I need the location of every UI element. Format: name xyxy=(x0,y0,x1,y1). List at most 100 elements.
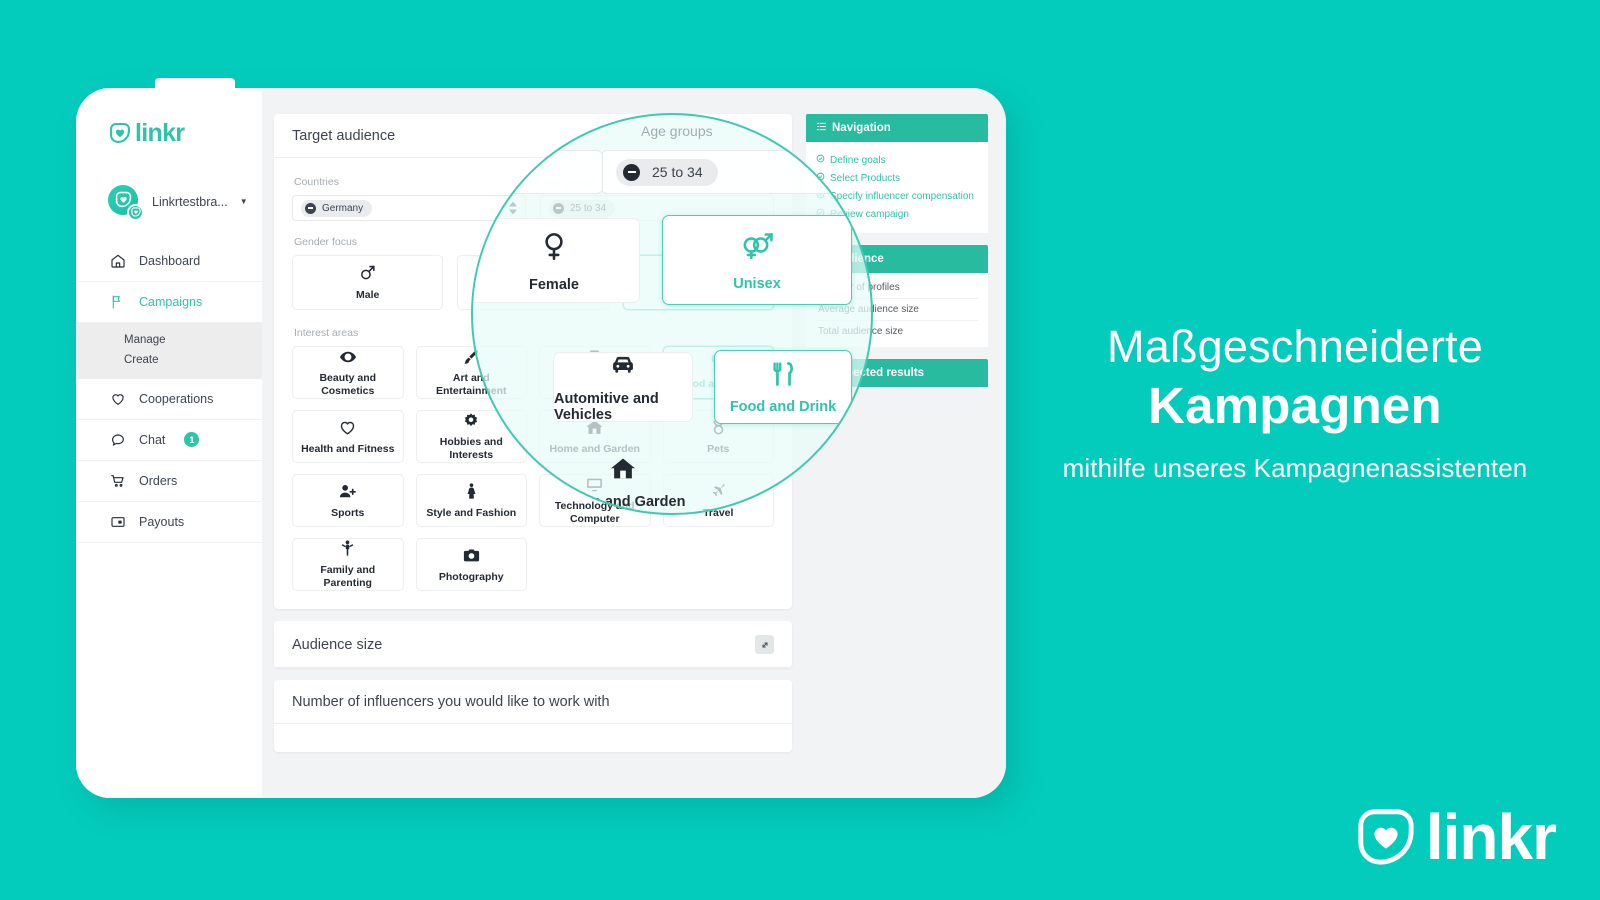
promo-headline-light: Maßgeschneiderte xyxy=(1107,321,1483,372)
interest-tile-label: Beauty and Cosmetics xyxy=(319,371,377,397)
gender-tile-label: Unisex xyxy=(681,289,716,302)
remove-tag-icon[interactable] xyxy=(305,202,316,214)
cart-icon xyxy=(109,472,126,489)
interest-tile-health[interactable]: Health and Fitness xyxy=(292,410,404,463)
camera-icon xyxy=(462,546,481,565)
gender-tile-unisex[interactable]: Unisex xyxy=(622,255,774,310)
audience-panel-body: Number of profiles Average audience size… xyxy=(806,273,988,347)
promo-subline: mithilfe unseres Kampagnenassistenten xyxy=(1062,453,1528,484)
sidebar-item-label: Chat xyxy=(139,432,166,447)
target-audience-card: Target audience Countries Germany Age gr… xyxy=(274,114,792,609)
account-switcher[interactable]: Linkrtestbra... ▼ xyxy=(76,184,262,221)
gender-focus-grid: Male Female Unisex xyxy=(292,255,774,310)
interest-tile-label: Style and Fashion xyxy=(426,506,517,519)
countries-stepper-icon[interactable] xyxy=(509,201,517,215)
interest-areas-grid: Beauty and Cosmetics Art and Entertainme… xyxy=(292,346,774,591)
nav-link-specify-compensation[interactable]: Specify influencer compensation xyxy=(816,187,978,205)
expected-results-panel: Expected results xyxy=(806,359,988,387)
sidebar-item-payouts[interactable]: Payouts xyxy=(76,502,262,543)
sidebar-item-campaigns[interactable]: Campaigns xyxy=(76,282,262,323)
interest-tile-food[interactable]: Food and Drink xyxy=(662,346,774,399)
interest-tile-label: Home and Garden xyxy=(549,442,640,455)
check-circle-icon xyxy=(816,208,825,220)
interest-tile-label: Family and Parenting xyxy=(320,564,376,589)
tablet-device: linkr Linkrtestbra... ▼ Dashboard Campai… xyxy=(76,88,1006,798)
nav-link-label: Select Products xyxy=(830,172,901,184)
promo-block: Maßgeschneiderte Kampagnen mithilfe unse… xyxy=(1010,320,1580,486)
sidebar-item-orders[interactable]: Orders xyxy=(76,461,262,502)
interest-tile-home-garden[interactable]: Home and Garden xyxy=(539,410,651,463)
navigation-panel-body: Define goals Select Products Specify inf… xyxy=(806,142,988,233)
nav-link-review-campaign[interactable]: Review campaign xyxy=(816,205,978,223)
countries-age-row: Countries Germany Age groups 25 to 34 xyxy=(292,172,774,221)
paintbrush-icon xyxy=(462,348,480,366)
age-groups-input[interactable]: 25 to 34 xyxy=(540,195,774,221)
age-groups-field: Age groups 25 to 34 xyxy=(540,172,774,221)
nav-link-select-products[interactable]: Select Products xyxy=(816,169,978,187)
right-panel: Navigation Define goals Select Products … xyxy=(806,114,988,798)
age-groups-label: Age groups xyxy=(542,176,596,188)
nav-link-label: Define goals xyxy=(830,154,886,166)
interest-areas-label: Interest areas xyxy=(294,327,359,339)
heart-icon xyxy=(109,390,126,407)
person-add-icon xyxy=(338,482,357,501)
interest-tile-photography[interactable]: Photography xyxy=(415,538,527,591)
interest-tile-style[interactable]: Style and Fashion xyxy=(415,474,527,527)
interest-tile-travel[interactable]: Travel xyxy=(662,474,774,527)
brand-logo-word: linkr xyxy=(1425,800,1557,873)
audience-size-header: Audience size xyxy=(274,621,792,668)
interest-tile-art[interactable]: Art and Entertainment xyxy=(415,346,527,399)
gender-tile-male[interactable]: Male xyxy=(292,255,444,310)
expected-results-title: Expected results xyxy=(832,367,925,379)
expand-diagonal-icon[interactable] xyxy=(755,635,774,654)
flag-icon xyxy=(109,293,126,310)
remove-tag-icon[interactable] xyxy=(553,202,564,214)
eye-icon xyxy=(339,348,357,366)
check-circle-icon xyxy=(816,154,825,166)
sidebar-subitem-create[interactable]: Create xyxy=(76,350,262,370)
sidebar-item-chat[interactable]: Chat 1 xyxy=(76,420,262,461)
audience-row-profiles: Number of profiles xyxy=(816,277,978,299)
interest-tile-hobbies[interactable]: Hobbies and Interests xyxy=(415,410,527,463)
sidebar-item-cooperations[interactable]: Cooperations xyxy=(76,379,262,420)
influencer-count-header: Number of influencers you would like to … xyxy=(274,680,792,724)
linkr-shield-heart-icon xyxy=(1355,806,1417,868)
countries-input[interactable]: Germany xyxy=(292,195,526,221)
sidebar-item-label: Dashboard xyxy=(139,253,201,268)
sidebar-subitem-manage[interactable]: Manage xyxy=(76,330,262,350)
gender-tile-female[interactable]: Female xyxy=(457,255,609,310)
sidebar-logo-word: linkr xyxy=(135,119,185,147)
expected-results-header: Expected results xyxy=(806,359,988,387)
home-icon xyxy=(109,252,126,269)
country-tag[interactable]: Germany xyxy=(301,199,373,217)
interest-tile-sports[interactable]: Sports xyxy=(292,474,404,527)
nav-link-define-goals[interactable]: Define goals xyxy=(816,151,978,169)
countries-label: Countries xyxy=(294,176,339,188)
taurus-icon xyxy=(709,418,728,437)
gender-tile-label: Male xyxy=(355,289,380,302)
age-group-tag[interactable]: 25 to 34 xyxy=(549,199,616,217)
gear-icon xyxy=(462,412,480,430)
sidebar-subnav-campaigns: Manage Create xyxy=(76,322,262,379)
interest-tile-technology[interactable]: Technology and Computer xyxy=(539,474,651,527)
gender-tile-label: Female xyxy=(514,289,552,302)
interest-tile-beauty[interactable]: Beauty and Cosmetics xyxy=(292,346,404,399)
sidebar-item-dashboard[interactable]: Dashboard xyxy=(76,241,262,282)
influencer-count-title: Number of influencers you would like to … xyxy=(292,694,610,710)
sidebar-item-label: Campaigns xyxy=(139,294,203,309)
age-group-tag-label: 25 to 34 xyxy=(570,202,607,214)
mars-icon xyxy=(358,263,377,282)
house-icon xyxy=(585,418,604,437)
payout-card-icon xyxy=(109,513,126,530)
navigation-panel-title: Navigation xyxy=(832,122,891,134)
interest-tile-automotive[interactable]: Automitive and Vehicles xyxy=(539,346,651,399)
users-icon xyxy=(816,252,827,266)
interest-tile-pets[interactable]: Pets xyxy=(662,410,774,463)
sidebar-logo[interactable]: linkr xyxy=(76,119,262,147)
audience-size-card: Audience size xyxy=(274,621,792,668)
interest-tile-family[interactable]: Family and Parenting xyxy=(292,538,404,591)
interest-tile-label: Technology and Computer xyxy=(554,500,635,525)
fork-knife-icon xyxy=(709,354,727,372)
chat-bubble-icon xyxy=(109,431,126,448)
car-icon xyxy=(585,347,604,366)
